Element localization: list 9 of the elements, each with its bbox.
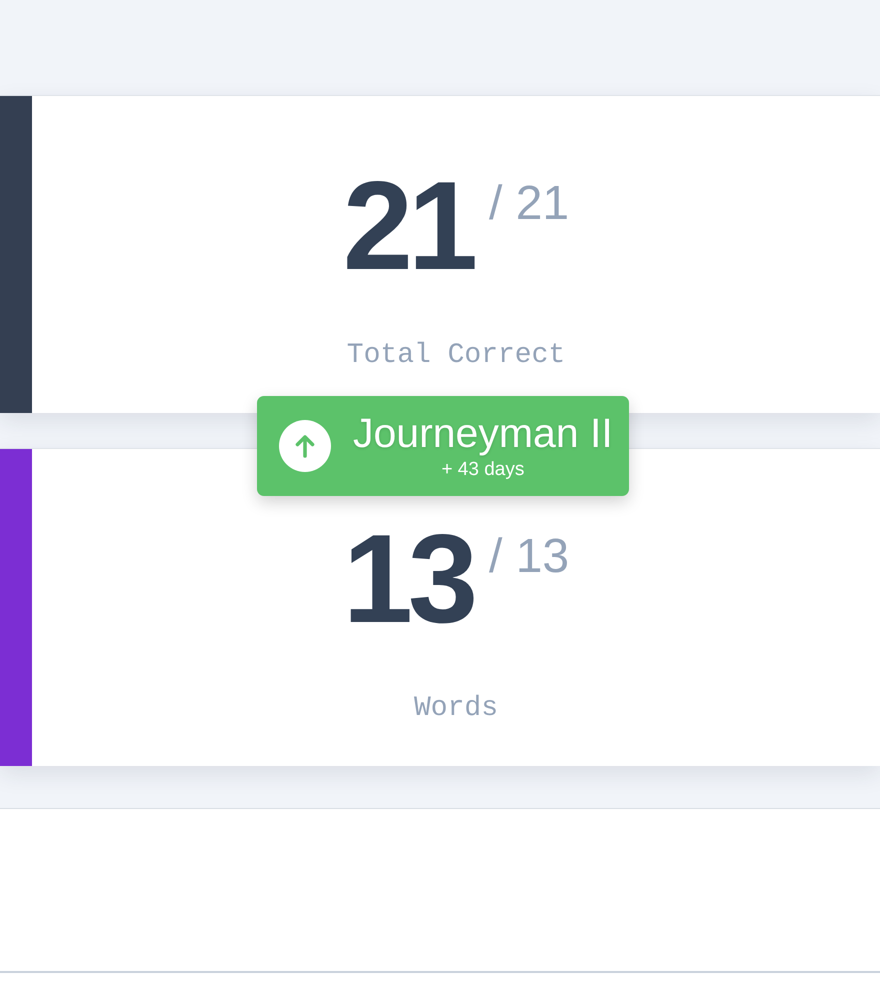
arrow-up-icon xyxy=(279,420,331,472)
stat-total: / 21 xyxy=(489,180,570,228)
stat-value: 21 xyxy=(342,163,474,289)
stat-total: / 13 xyxy=(489,533,570,581)
stat-value: 13 xyxy=(342,516,474,642)
rank-title: Journeyman II xyxy=(353,410,613,456)
stat-label: Total Correct xyxy=(346,339,566,373)
stat-label: Words xyxy=(414,692,498,726)
rank-subtitle: + 43 days xyxy=(441,458,524,482)
